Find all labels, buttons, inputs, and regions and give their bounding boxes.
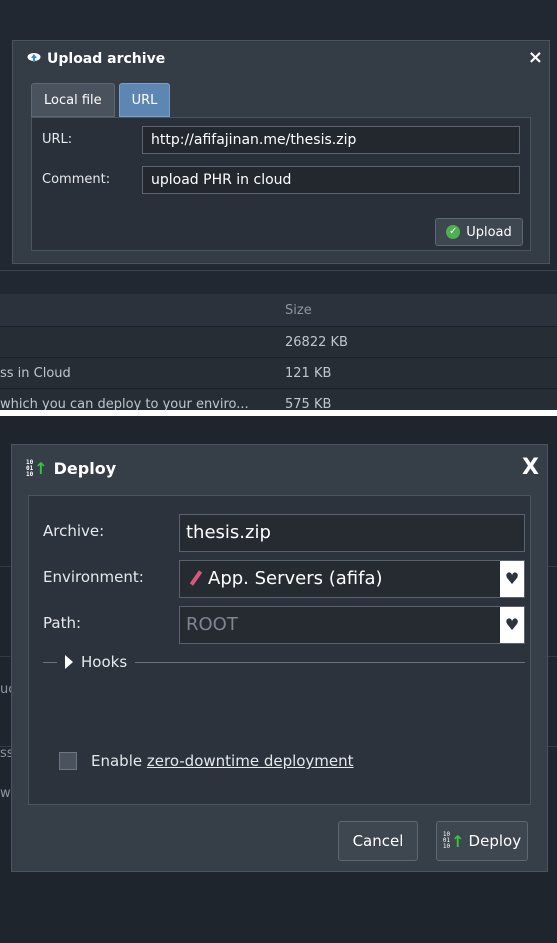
- environment-value: App. Servers (afifa): [208, 568, 383, 589]
- tab-local-file[interactable]: Local file: [31, 83, 115, 117]
- deploy-dialog-title-text: Deploy: [53, 459, 117, 478]
- archive-label: Archive:: [43, 522, 105, 540]
- deploy-dialog-title: 10 01 10 ↑ Deploy: [26, 459, 116, 478]
- divider: [43, 661, 57, 663]
- size-column-header: Size: [285, 303, 312, 318]
- upload-archive-dialog: Upload archive × Local file URL URL: htt…: [12, 40, 550, 264]
- file-list-header: Size: [0, 294, 557, 326]
- file-name: which you can deploy to your enviro...: [0, 397, 249, 410]
- path-label: Path:: [43, 614, 82, 632]
- hooks-section[interactable]: Hooks: [43, 650, 525, 674]
- comment-label: Comment:: [42, 172, 111, 187]
- tab-url[interactable]: URL: [118, 83, 171, 117]
- table-row[interactable]: which you can deploy to your enviro... 5…: [0, 388, 557, 410]
- upload-dialog-title-text: Upload archive: [47, 51, 166, 67]
- deploy-dialog: 10 01 10 ↑ Deploy X Archive: thesis.zip Env…: [11, 444, 548, 872]
- upload-tabs: Local file URL: [31, 83, 171, 117]
- close-icon[interactable]: ×: [528, 47, 543, 68]
- url-input[interactable]: http://afifajinan.me/thesis.zip: [142, 126, 520, 154]
- path-value: ROOT: [186, 614, 238, 635]
- environment-select[interactable]: App. Servers (afifa) ♥: [179, 560, 525, 598]
- file-size: 121 KB: [285, 366, 332, 381]
- deploy-button[interactable]: 10 01 10 ↑ Deploy: [436, 821, 528, 861]
- file-size: 26822 KB: [285, 335, 348, 350]
- zero-downtime-label: Enable zero-downtime deployment: [91, 752, 354, 770]
- upload-button-label: Upload: [466, 224, 512, 240]
- file-name: ss in Cloud: [0, 366, 71, 381]
- chevron-down-icon[interactable]: ♥: [500, 561, 524, 597]
- bg-text-fragment: w: [0, 786, 11, 801]
- zero-downtime-prefix: Enable: [91, 752, 147, 770]
- cancel-button[interactable]: Cancel: [338, 821, 418, 861]
- deploy-icon: 10 01 10 ↑: [26, 458, 48, 478]
- pencil-icon: [189, 570, 203, 586]
- deploy-icon: 10 01 10 ↑: [442, 831, 465, 851]
- archive-field[interactable]: thesis.zip: [179, 514, 525, 552]
- upload-screen: Size 26822 KB ss in Cloud 121 KB which y…: [0, 0, 557, 410]
- comment-input[interactable]: upload PHR in cloud: [142, 166, 520, 194]
- path-select[interactable]: ROOT ♥: [179, 606, 525, 644]
- upload-button[interactable]: ✓ Upload: [435, 218, 523, 246]
- expand-triangle-icon[interactable]: [65, 655, 73, 669]
- close-icon[interactable]: X: [522, 455, 539, 480]
- check-circle-icon: ✓: [446, 225, 461, 239]
- table-row[interactable]: ss in Cloud 121 KB: [0, 357, 557, 388]
- bg-divider: [0, 270, 557, 271]
- upload-form: URL: http://afifajinan.me/thesis.zip Com…: [31, 117, 531, 251]
- divider: [135, 661, 525, 663]
- cloud-upload-icon: [27, 51, 41, 67]
- deploy-button-label: Deploy: [468, 832, 522, 850]
- deploy-screen: uc ss w 10 01 10 ↑ Deploy X Archive: thesis…: [0, 416, 557, 943]
- hooks-toggle[interactable]: Hooks: [81, 653, 127, 671]
- zero-downtime-checkbox[interactable]: [59, 752, 77, 770]
- table-row[interactable]: 26822 KB: [0, 326, 557, 357]
- file-size: 575 KB: [285, 397, 332, 410]
- url-label: URL:: [42, 132, 73, 147]
- deploy-form: Archive: thesis.zip Environment: App. Se…: [28, 495, 531, 805]
- zero-downtime-link[interactable]: zero-downtime deployment: [147, 752, 354, 770]
- chevron-down-icon[interactable]: ♥: [500, 607, 524, 643]
- upload-dialog-title: Upload archive: [27, 51, 165, 67]
- environment-label: Environment:: [43, 568, 144, 586]
